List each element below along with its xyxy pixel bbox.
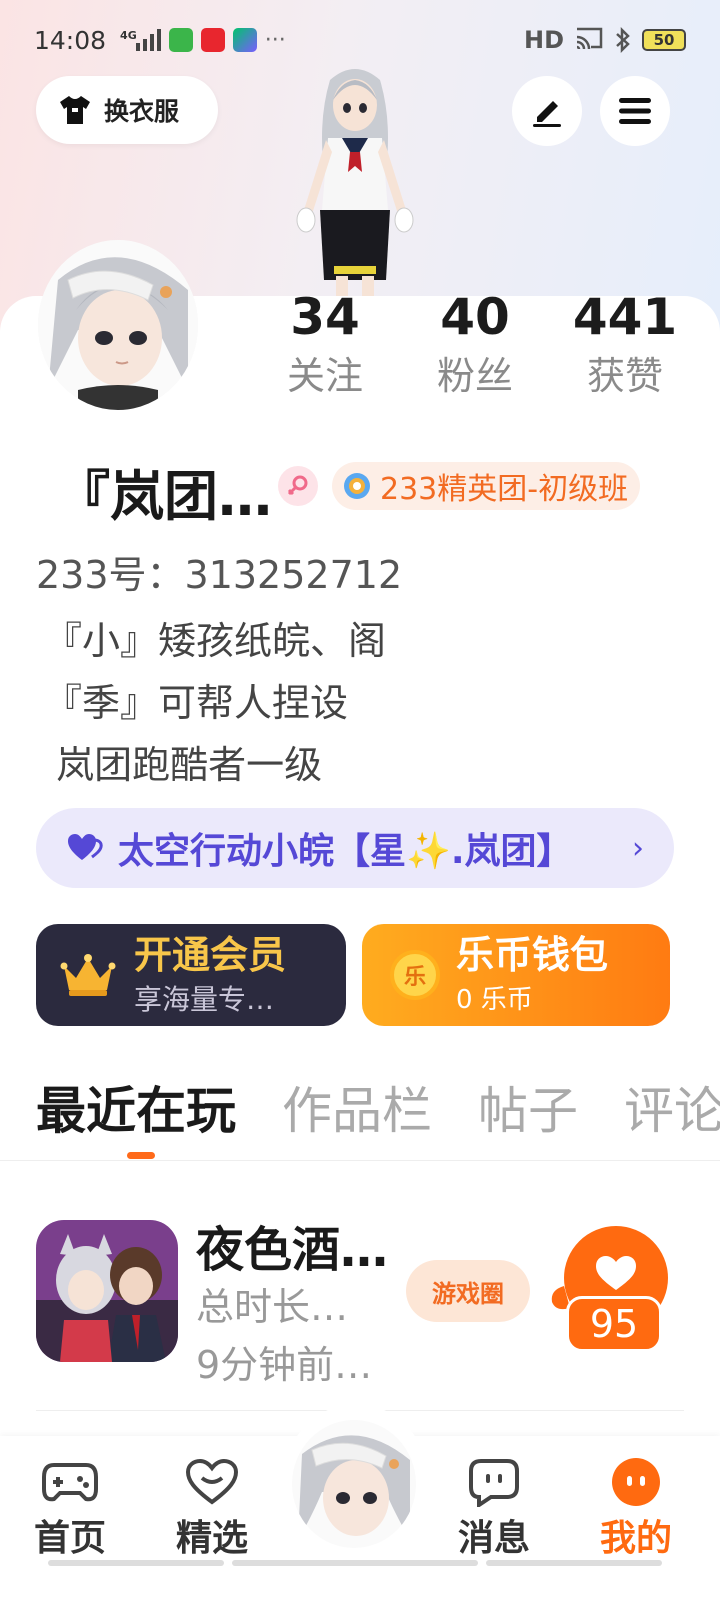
profile-name: 『岚团…: [56, 465, 272, 528]
profile-avatar[interactable]: [38, 240, 198, 410]
gamepad-icon: [42, 1463, 98, 1502]
nav-center-avatar[interactable]: [292, 1420, 416, 1548]
signal-icon: 4G: [120, 29, 161, 51]
bio-line: 『季』可帮人捏设: [44, 681, 349, 725]
game-icon: [36, 1220, 178, 1362]
like-count: 95: [566, 1296, 662, 1352]
profile-tabs: 最近在玩 作品栏 帖子 评论: [36, 1076, 720, 1146]
edit-profile-button[interactable]: [512, 76, 582, 146]
gesture-bar: [48, 1560, 224, 1566]
game-circle-button[interactable]: 游戏圈: [406, 1260, 530, 1322]
battery-icon: 50: [642, 29, 686, 51]
likes-count: 441: [572, 288, 678, 346]
followers-label: 粉丝: [436, 354, 513, 398]
face-filled-icon: [612, 1458, 660, 1506]
profile-bio: 『小』矮孩纸皖、阁 『季』可帮人捏设 岚团跑酷者一级: [44, 610, 386, 796]
followers-stat[interactable]: 40 粉丝: [400, 286, 550, 404]
change-outfit-button[interactable]: 换衣服: [36, 76, 218, 144]
cast-icon: [576, 27, 603, 50]
nav-messages-label: 消息: [457, 1518, 530, 1559]
more-notifications-icon: ···: [264, 27, 286, 53]
bluetooth-icon: [616, 26, 630, 54]
group-name: 太空行动小皖【星✨.岚团】: [118, 831, 573, 872]
tab-posts[interactable]: 帖子: [478, 1076, 578, 1146]
game-total-playtime: 总时长…: [196, 1285, 349, 1329]
wallet-card[interactable]: 乐 乐币钱包 0 乐币: [362, 924, 670, 1026]
game-last-played: 9分钟前…: [196, 1343, 373, 1387]
tab-works[interactable]: 作品栏: [282, 1076, 432, 1146]
app-notification-icon: [200, 28, 225, 52]
followers-count: 40: [440, 288, 510, 346]
vip-title: 开通会员: [134, 933, 287, 977]
vip-membership-card[interactable]: 开通会员 享海量专…: [36, 924, 346, 1026]
iqiyi-notification-icon: [232, 28, 257, 52]
nav-messages[interactable]: 消息: [434, 1452, 554, 1566]
nav-featured[interactable]: 精选: [152, 1452, 272, 1566]
following-count: 34: [290, 288, 360, 346]
bio-line: 岚团跑酷者一级: [44, 743, 323, 787]
gesture-bar: [232, 1560, 478, 1566]
tabs-divider: [0, 1160, 720, 1161]
profile-stats: 34 关注 40 粉丝 441 获赞: [250, 286, 700, 404]
tab-recently-played[interactable]: 最近在玩: [36, 1076, 236, 1146]
level-badge-label: 233精英团-初级班: [380, 472, 629, 507]
change-outfit-label: 换衣服: [104, 97, 180, 126]
hamburger-menu-icon: [619, 98, 651, 124]
nav-me[interactable]: 我的: [576, 1452, 696, 1566]
wallet-title: 乐币钱包: [456, 933, 609, 977]
chevron-right-icon: ›: [632, 830, 644, 866]
female-gender-icon: [278, 466, 318, 506]
heart-outline-icon: [185, 1458, 239, 1505]
tab-comments[interactable]: 评论: [624, 1076, 720, 1146]
avatar-image: [38, 240, 198, 410]
game-title: 夜色酒…: [196, 1222, 389, 1278]
gesture-bar: [486, 1560, 662, 1566]
user-id[interactable]: 233号：313252712: [36, 544, 402, 599]
app-notification-icon: [168, 28, 193, 52]
coin-glyph: 乐: [403, 965, 426, 990]
wallet-balance: 0 乐币: [456, 985, 533, 1015]
likes-stat[interactable]: 441 获赞: [550, 286, 700, 404]
hd-label: HD: [523, 26, 564, 54]
list-item[interactable]: 夜色酒… 总时长… 9分钟前… 游戏圈 95: [0, 1210, 720, 1390]
nav-home[interactable]: 首页: [10, 1452, 130, 1566]
active-tab-indicator: [127, 1152, 155, 1159]
level-badge[interactable]: 233精英团-初级班: [332, 462, 641, 510]
nav-me-label: 我的: [599, 1518, 672, 1559]
status-time: 14:08: [34, 25, 107, 55]
vip-subtitle: 享海量专…: [134, 983, 275, 1016]
elite-medal-icon: [344, 473, 370, 499]
heart-group-icon: [68, 834, 103, 860]
following-stat[interactable]: 34 关注: [250, 286, 400, 404]
joined-group-button[interactable]: 太空行动小皖【星✨.岚团】 ›: [36, 808, 674, 888]
bio-line: 『小』矮孩纸皖、阁: [44, 619, 387, 663]
network-type: 4G: [120, 29, 137, 42]
crown-icon: [60, 954, 116, 996]
nav-featured-label: 精选: [175, 1518, 248, 1559]
nav-home-label: 首页: [33, 1518, 106, 1559]
tshirt-icon: [60, 96, 90, 124]
menu-button[interactable]: [600, 76, 670, 146]
coin-icon: 乐: [390, 950, 440, 1000]
chat-bubble-icon: [469, 1459, 519, 1507]
avatar-3d-character[interactable]: [270, 60, 440, 300]
following-label: 关注: [286, 354, 363, 398]
avatar-image: [292, 1420, 416, 1548]
pencil-icon: [533, 101, 561, 127]
likes-label: 获赞: [586, 354, 663, 398]
